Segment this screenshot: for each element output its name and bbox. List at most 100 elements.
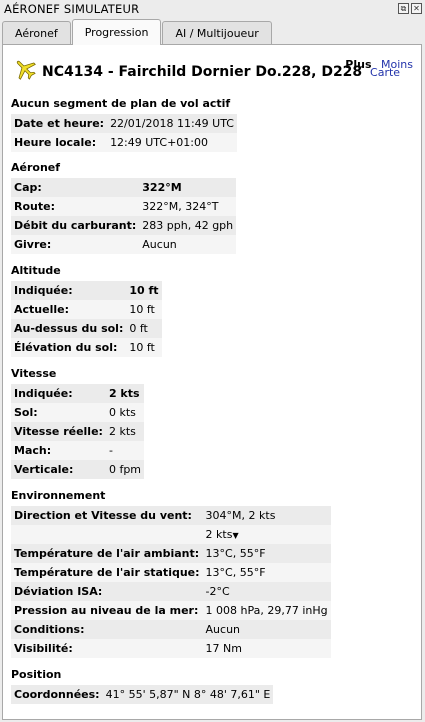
table-row: Température de l'air ambiant: 13°C, 55°F (11, 544, 331, 563)
table-row: Direction et Vitesse du vent: 304°M, 2 k… (11, 506, 331, 525)
row-key: Coordonnées: (11, 685, 103, 704)
environnement-table: Direction et Vitesse du vent: 304°M, 2 k… (11, 506, 331, 658)
table-row: Visibilité: 17 Nm (11, 639, 331, 658)
aircraft-name: NC4134 - Fairchild Dornier Do.228, D228 (42, 64, 363, 80)
moins-link[interactable]: Moins (381, 58, 413, 71)
row-value: 283 pph, 42 gph (139, 216, 237, 235)
row-value: 2 kts (105, 422, 145, 441)
table-row: Coordonnées: 41° 55' 5,87" N 8° 48' 7,61… (11, 685, 274, 704)
table-row: Heure locale: 12:49 UTC+01:00 (11, 133, 237, 152)
row-value: 0 ft (126, 319, 162, 338)
row-value: Aucun (202, 620, 331, 639)
table-row: Température de l'air statique: 13°C, 55°… (11, 563, 331, 582)
row-key: Date et heure: (11, 114, 108, 133)
row-value: 2 kts (105, 384, 145, 403)
row-value: 0 kts (105, 403, 145, 422)
row-value: 10 ft (126, 300, 162, 319)
tab-ai-multijoueur[interactable]: AI / Multijoueur (162, 21, 272, 45)
tab-bar: Aéronef Progression AI / Multijoueur (2, 19, 273, 45)
row-value: 13°C, 55°F (202, 544, 331, 563)
row-value: 2 kts (205, 528, 233, 541)
row-key: Cap: (11, 178, 140, 197)
plus-button[interactable]: Plus (345, 58, 371, 71)
row-key: Température de l'air ambiant: (11, 544, 203, 563)
position-heading: Position (11, 668, 62, 681)
row-key: Visibilité: (11, 639, 203, 658)
row-key: Vitesse réelle: (11, 422, 106, 441)
detail-toggle: Plus Moins (345, 58, 413, 71)
row-key: Déviation ISA: (11, 582, 203, 601)
aeronef-heading: Aéronef (11, 161, 61, 174)
tab-progression[interactable]: Progression (71, 19, 162, 45)
row-value: 17 Nm (202, 639, 331, 658)
row-value: 1 008 hPa, 29,77 inHg (202, 601, 331, 620)
row-key: Température de l'air statique: (11, 563, 203, 582)
row-value: 322°M (139, 178, 237, 197)
table-row: Élévation du sol: 10 ft (11, 338, 162, 357)
row-value: 12:49 UTC+01:00 (107, 133, 237, 152)
table-row: Pression au niveau de la mer: 1 008 hPa,… (11, 601, 331, 620)
flightplan-heading: Aucun segment de plan de vol actif (11, 97, 231, 110)
window-buttons: ⧉ ✕ (398, 3, 422, 14)
row-value: - (105, 441, 145, 460)
row-value: 304°M, 2 kts (202, 506, 331, 525)
row-key: Route: (11, 197, 140, 216)
table-row: Verticale: 0 fpm (11, 460, 145, 479)
table-row: Indiquée: 10 ft (11, 281, 162, 300)
flightplan-table: Date et heure: 22/01/2018 11:49 UTC Heur… (11, 114, 237, 152)
window-titlebar: AÉRONEF SIMULATEUR ⧉ ✕ (0, 0, 425, 18)
row-key: Heure locale: (11, 133, 108, 152)
row-value: -2°C (202, 582, 331, 601)
table-row: 2 kts▼ (11, 525, 331, 544)
row-value: 0 fpm (105, 460, 145, 479)
row-key: Au-dessus du sol: (11, 319, 127, 338)
window-title: AÉRONEF SIMULATEUR (4, 2, 140, 16)
row-key: Mach: (11, 441, 106, 460)
table-row: Route: 322°M, 324°T (11, 197, 237, 216)
row-value: 10 ft (126, 338, 162, 357)
table-row: Sol: 0 kts (11, 403, 145, 422)
undock-icon[interactable]: ⧉ (398, 3, 409, 14)
row-value: 13°C, 55°F (202, 563, 331, 582)
altitude-section: Altitude Indiquée: 10 ft Actuelle: 10 ft… (11, 263, 162, 357)
table-row: Givre: Aucun (11, 235, 237, 254)
triangle-down-icon[interactable]: ▼ (232, 531, 238, 540)
row-key: Givre: (11, 235, 140, 254)
tab-aeronef[interactable]: Aéronef (2, 21, 71, 45)
position-section: Position Coordonnées: 41° 55' 5,87" N 8°… (11, 667, 274, 704)
row-value: 10 ft (126, 281, 162, 300)
row-key (11, 525, 203, 544)
row-value: Aucun (139, 235, 237, 254)
table-row: Cap: 322°M (11, 178, 237, 197)
table-row: Mach: - (11, 441, 145, 460)
row-key: Actuelle: (11, 300, 127, 319)
row-key: Direction et Vitesse du vent: (11, 506, 203, 525)
table-row: Actuelle: 10 ft (11, 300, 162, 319)
close-icon[interactable]: ✕ (411, 3, 422, 14)
position-table: Coordonnées: 41° 55' 5,87" N 8° 48' 7,61… (11, 685, 274, 704)
row-key: Indiquée: (11, 384, 106, 403)
wind-gust-value: 2 kts▼ (202, 525, 331, 544)
airplane-icon (16, 60, 36, 80)
environnement-heading: Environnement (11, 489, 106, 502)
row-key: Débit du carburant: (11, 216, 140, 235)
vitesse-heading: Vitesse (11, 367, 57, 380)
altitude-heading: Altitude (11, 264, 61, 277)
row-value: 22/01/2018 11:49 UTC (107, 114, 237, 133)
table-row: Indiquée: 2 kts (11, 384, 145, 403)
row-value: 322°M, 324°T (139, 197, 237, 216)
altitude-table: Indiquée: 10 ft Actuelle: 10 ft Au-dessu… (11, 281, 162, 357)
table-row: Déviation ISA: -2°C (11, 582, 331, 601)
row-value: 41° 55' 5,87" N 8° 48' 7,61" E (102, 685, 274, 704)
flightplan-section: Aucun segment de plan de vol actif Date … (11, 96, 237, 152)
aircraft-header: NC4134 - Fairchild Dornier Do.228, D228 … (13, 57, 413, 85)
environnement-section: Environnement Direction et Vitesse du ve… (11, 488, 331, 658)
progression-panel: NC4134 - Fairchild Dornier Do.228, D228 … (2, 44, 422, 720)
row-key: Conditions: (11, 620, 203, 639)
table-row: Conditions: Aucun (11, 620, 331, 639)
row-key: Indiquée: (11, 281, 127, 300)
table-row: Vitesse réelle: 2 kts (11, 422, 145, 441)
row-key: Verticale: (11, 460, 106, 479)
aeronef-section: Aéronef Cap: 322°M Route: 322°M, 324°T D… (11, 160, 237, 254)
table-row: Débit du carburant: 283 pph, 42 gph (11, 216, 237, 235)
